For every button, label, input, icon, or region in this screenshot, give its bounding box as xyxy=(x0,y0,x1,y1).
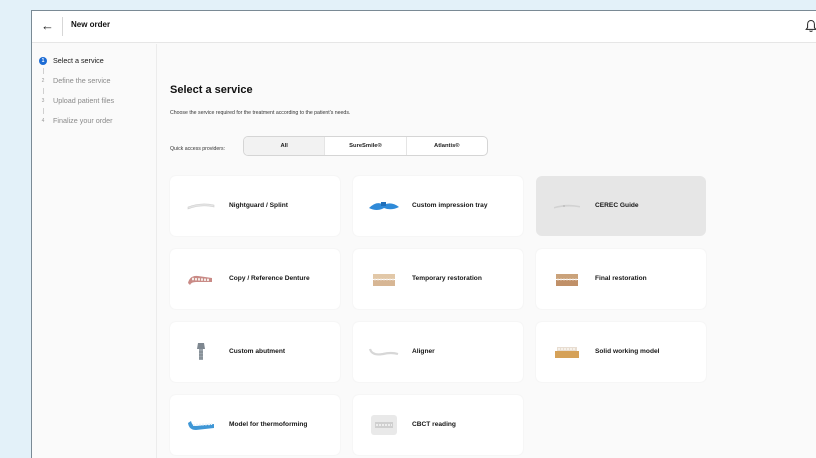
page-title: New order xyxy=(71,20,111,29)
service-label: Copy / Reference Denture xyxy=(229,275,310,282)
final-restoration-icon xyxy=(550,269,584,289)
header-divider xyxy=(62,17,63,36)
arrow-left-icon[interactable]: ← xyxy=(41,17,57,35)
cerec-guide-icon xyxy=(550,196,584,216)
service-card-final-restoration[interactable]: Final restoration xyxy=(536,249,706,309)
provider-option-atlantis[interactable]: Atlantis® xyxy=(407,137,487,155)
step-label: Define the service xyxy=(53,76,111,85)
service-label: Nightguard / Splint xyxy=(229,202,288,209)
section-subtitle: Choose the service required for the trea… xyxy=(170,110,351,116)
service-card-solid-working-model[interactable]: Solid working model xyxy=(536,322,706,382)
temporary-restoration-icon xyxy=(367,269,401,289)
service-label: Custom abutment xyxy=(229,348,286,355)
steps-sidebar: 1 Select a service 2 Define the service 3 U… xyxy=(32,44,157,458)
service-card-cerec-guide[interactable]: CEREC Guide xyxy=(536,176,706,236)
service-card-nightguard[interactable]: Nightguard / Splint xyxy=(170,176,340,236)
service-card-copy-denture[interactable]: Copy / Reference Denture xyxy=(170,249,340,309)
quick-access-label: Quick access providers: xyxy=(170,146,226,152)
section-heading: Select a service xyxy=(170,84,253,96)
step-number: 2 xyxy=(41,78,45,84)
step-select-service[interactable]: 1 Select a service xyxy=(39,55,104,67)
service-card-impression-tray[interactable]: Custom impression tray xyxy=(353,176,523,236)
step-upload-files[interactable]: 3 Upload patient files xyxy=(39,95,115,107)
bell-icon[interactable] xyxy=(805,19,816,33)
step-define-service[interactable]: 2 Define the service xyxy=(39,75,111,87)
cbct-icon xyxy=(367,415,401,435)
impression-tray-icon xyxy=(367,196,401,216)
provider-filter: All SureSmile® Atlantis® xyxy=(243,136,488,156)
step-label: Upload patient files xyxy=(53,96,115,105)
working-model-icon xyxy=(550,342,584,362)
service-label: Solid working model xyxy=(595,348,660,355)
main-content: Select a service Choose the service requ… xyxy=(158,44,816,458)
service-label: Model for thermoforming xyxy=(229,421,308,428)
service-card-cbct-reading[interactable]: CBCT reading xyxy=(353,395,523,455)
step-number: 1 xyxy=(39,57,47,65)
step-number: 3 xyxy=(41,98,45,104)
aligner-icon xyxy=(367,342,401,362)
splint-icon xyxy=(184,196,218,216)
abutment-icon xyxy=(184,342,218,362)
denture-icon xyxy=(184,269,218,289)
service-card-temporary-restoration[interactable]: Temporary restoration xyxy=(353,249,523,309)
service-card-aligner[interactable]: Aligner xyxy=(353,322,523,382)
provider-option-suresmile[interactable]: SureSmile® xyxy=(325,137,407,155)
step-connector xyxy=(42,88,44,94)
service-label: Custom impression tray xyxy=(412,202,488,209)
app-window: ← New order 1 Select a service 2 Define th… xyxy=(31,10,816,458)
service-label: CBCT reading xyxy=(412,421,456,428)
thermoforming-model-icon xyxy=(184,415,218,435)
step-label: Select a service xyxy=(53,56,104,65)
step-number: 4 xyxy=(41,118,45,124)
service-label: Final restoration xyxy=(595,275,647,282)
service-label: CEREC Guide xyxy=(595,202,639,209)
step-connector xyxy=(42,108,44,114)
provider-option-all[interactable]: All xyxy=(244,137,326,155)
step-finalize-order[interactable]: 4 Finalize your order xyxy=(39,115,113,127)
service-card-thermoforming-model[interactable]: Model for thermoforming xyxy=(170,395,340,455)
step-label: Finalize your order xyxy=(53,116,113,125)
service-card-custom-abutment[interactable]: Custom abutment xyxy=(170,322,340,382)
step-connector xyxy=(42,68,44,74)
service-label: Temporary restoration xyxy=(412,275,482,282)
header-bar: ← New order xyxy=(32,11,816,43)
service-label: Aligner xyxy=(412,348,435,355)
